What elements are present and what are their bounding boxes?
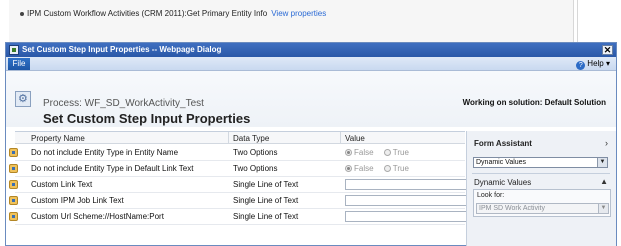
radio-true-label: True xyxy=(392,148,409,157)
dialog-header: Process: WF_SD_WorkActivity_Test Set Cus… xyxy=(6,71,616,127)
property-icon xyxy=(9,180,18,189)
dynamic-values-dropdown[interactable]: Dynamic Values ▼ xyxy=(473,157,608,168)
property-icon xyxy=(9,164,18,173)
dialog-window-icon xyxy=(9,45,19,55)
column-divider xyxy=(340,132,341,144)
radio-false[interactable] xyxy=(345,165,352,172)
ribbon-bar: File ? Help ▾ xyxy=(6,57,616,71)
bullet-icon xyxy=(20,11,24,16)
radio-true[interactable] xyxy=(383,165,391,172)
value-radio-group: False True xyxy=(345,164,417,173)
radio-true-label: True xyxy=(392,164,409,173)
radio-true[interactable] xyxy=(383,149,391,156)
radio-false-label: False xyxy=(354,148,374,157)
solution-label: Working on solution: Default Solution xyxy=(462,98,606,107)
column-divider xyxy=(228,132,229,144)
property-icon xyxy=(9,196,18,205)
column-header-property-name[interactable]: Property Name xyxy=(31,134,85,143)
value-radio-group: False True xyxy=(345,148,417,157)
dynamic-values-section-label: Dynamic Values xyxy=(474,178,532,187)
view-properties-link[interactable]: View properties xyxy=(271,9,326,18)
dialog-title: Set Custom Step Input Properties -- Webp… xyxy=(22,45,222,54)
look-for-label: Look for: xyxy=(477,192,505,199)
process-gear-icon xyxy=(15,91,31,107)
look-for-box: Look for: IPM SD Work Activity ▼ xyxy=(473,189,611,217)
dropdown-value: Dynamic Values xyxy=(476,159,527,166)
grid-header: Property Name Data Type Value xyxy=(15,132,465,144)
form-assistant-title: Form Assistant xyxy=(474,139,532,148)
table-row: Do not include Entity Type in Entity Nam… xyxy=(9,145,465,161)
webpage-dialog: Set Custom Step Input Properties -- Webp… xyxy=(5,42,617,246)
property-name: Custom Url Scheme://HostName:Port xyxy=(31,212,164,221)
column-header-data-type[interactable]: Data Type xyxy=(233,134,269,143)
property-icon xyxy=(9,148,18,157)
table-row: Custom Url Scheme://HostName:Port Single… xyxy=(9,209,467,225)
help-menu[interactable]: ? Help ▾ xyxy=(576,59,610,70)
look-for-select[interactable]: IPM SD Work Activity ▼ xyxy=(476,203,609,214)
look-for-value: IPM SD Work Activity xyxy=(479,205,545,212)
property-type: Single Line of Text xyxy=(233,196,299,205)
background-step-text: IPM Custom Workflow Activities (CRM 2011… xyxy=(27,9,268,18)
form-assistant-panel: Form Assistant › Dynamic Values ▼ Dynami… xyxy=(466,131,616,246)
custom-link-text-input[interactable] xyxy=(345,179,467,190)
properties-grid: Property Name Data Type Value Do not inc… xyxy=(9,131,467,243)
file-tab[interactable]: File xyxy=(8,58,30,70)
background-step-line: IPM Custom Workflow Activities (CRM 2011… xyxy=(20,9,560,23)
help-icon: ? xyxy=(576,61,586,70)
background-divider xyxy=(577,0,578,45)
custom-ipm-job-link-text-input[interactable] xyxy=(345,195,467,206)
help-label: Help ▾ xyxy=(587,59,610,68)
property-icon xyxy=(9,212,18,221)
radio-false-label: False xyxy=(354,164,374,173)
property-name: Do not include Entity Type in Default Li… xyxy=(31,164,194,173)
property-type: Two Options xyxy=(233,164,278,173)
chevron-down-icon[interactable]: ▼ xyxy=(597,158,607,167)
custom-url-scheme-input[interactable] xyxy=(345,211,467,222)
process-label: Process: WF_SD_WorkActivity_Test xyxy=(43,98,204,109)
dialog-titlebar: Set Custom Step Input Properties -- Webp… xyxy=(6,43,616,57)
property-type: Single Line of Text xyxy=(233,212,299,221)
property-name: Do not include Entity Type in Entity Nam… xyxy=(31,148,179,157)
close-button[interactable]: ✕ xyxy=(602,45,613,55)
section-toggle-button[interactable]: ▲ xyxy=(600,177,608,186)
property-type: Two Options xyxy=(233,148,278,157)
collapse-assistant-button[interactable]: › xyxy=(605,138,608,148)
chevron-down-icon[interactable]: ▼ xyxy=(598,204,608,213)
page-title: Set Custom Step Input Properties xyxy=(43,111,251,126)
property-type: Single Line of Text xyxy=(233,180,299,189)
table-row: Custom IPM Job Link Text Single Line of … xyxy=(9,193,467,209)
property-name: Custom IPM Job Link Text xyxy=(31,196,124,205)
radio-false[interactable] xyxy=(345,149,352,156)
table-row: Custom Link Text Single Line of Text xyxy=(9,177,467,193)
table-row: Do not include Entity Type in Default Li… xyxy=(9,161,465,177)
column-header-value[interactable]: Value xyxy=(345,134,365,143)
property-name: Custom Link Text xyxy=(31,180,93,189)
section-divider xyxy=(472,173,610,174)
